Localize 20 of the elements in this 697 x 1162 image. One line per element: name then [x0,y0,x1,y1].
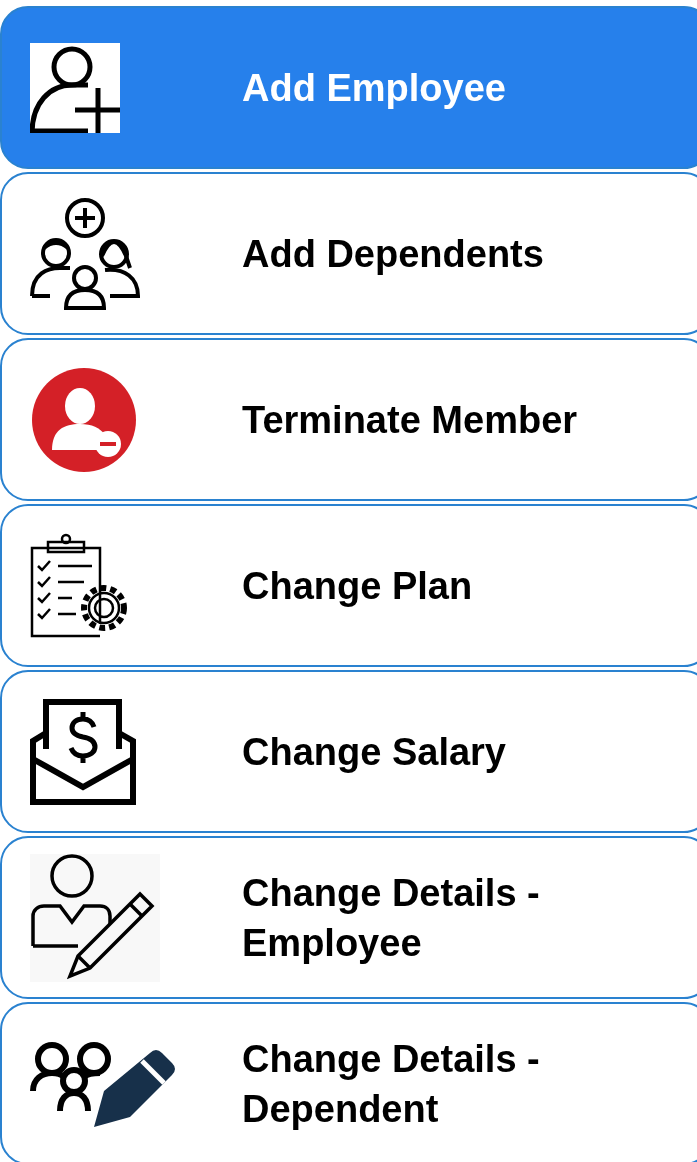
menu-button[interactable]: Terminate Member [0,338,697,501]
add-person-icon [30,42,120,133]
menu-label: Terminate Member [242,397,578,443]
menu-button[interactable]: Change Salary [0,670,697,833]
person-pencil-icon [30,853,160,982]
menu-label: Add Employee [242,65,506,111]
menu-label: Add Dependents [242,231,544,277]
menu-label: Change Details - Dependent [242,1036,541,1132]
family-add-icon [30,197,140,310]
checklist-gear-icon [30,531,130,640]
menu-button[interactable]: Change Plan [0,504,697,667]
menu-button[interactable]: Add Dependents [0,172,697,335]
remove-person-icon [30,365,138,474]
envelope-dollar-icon [30,698,136,805]
menu-button[interactable]: Change Details - Employee [0,836,697,999]
menu-button[interactable]: Add Employee [0,6,697,169]
menu-label: Change Salary [242,729,506,775]
menu-label: Change Plan [242,563,473,609]
menu-button[interactable]: Change Details - Dependent [0,1002,697,1162]
menu-label: Change Details - Employee [242,870,541,966]
